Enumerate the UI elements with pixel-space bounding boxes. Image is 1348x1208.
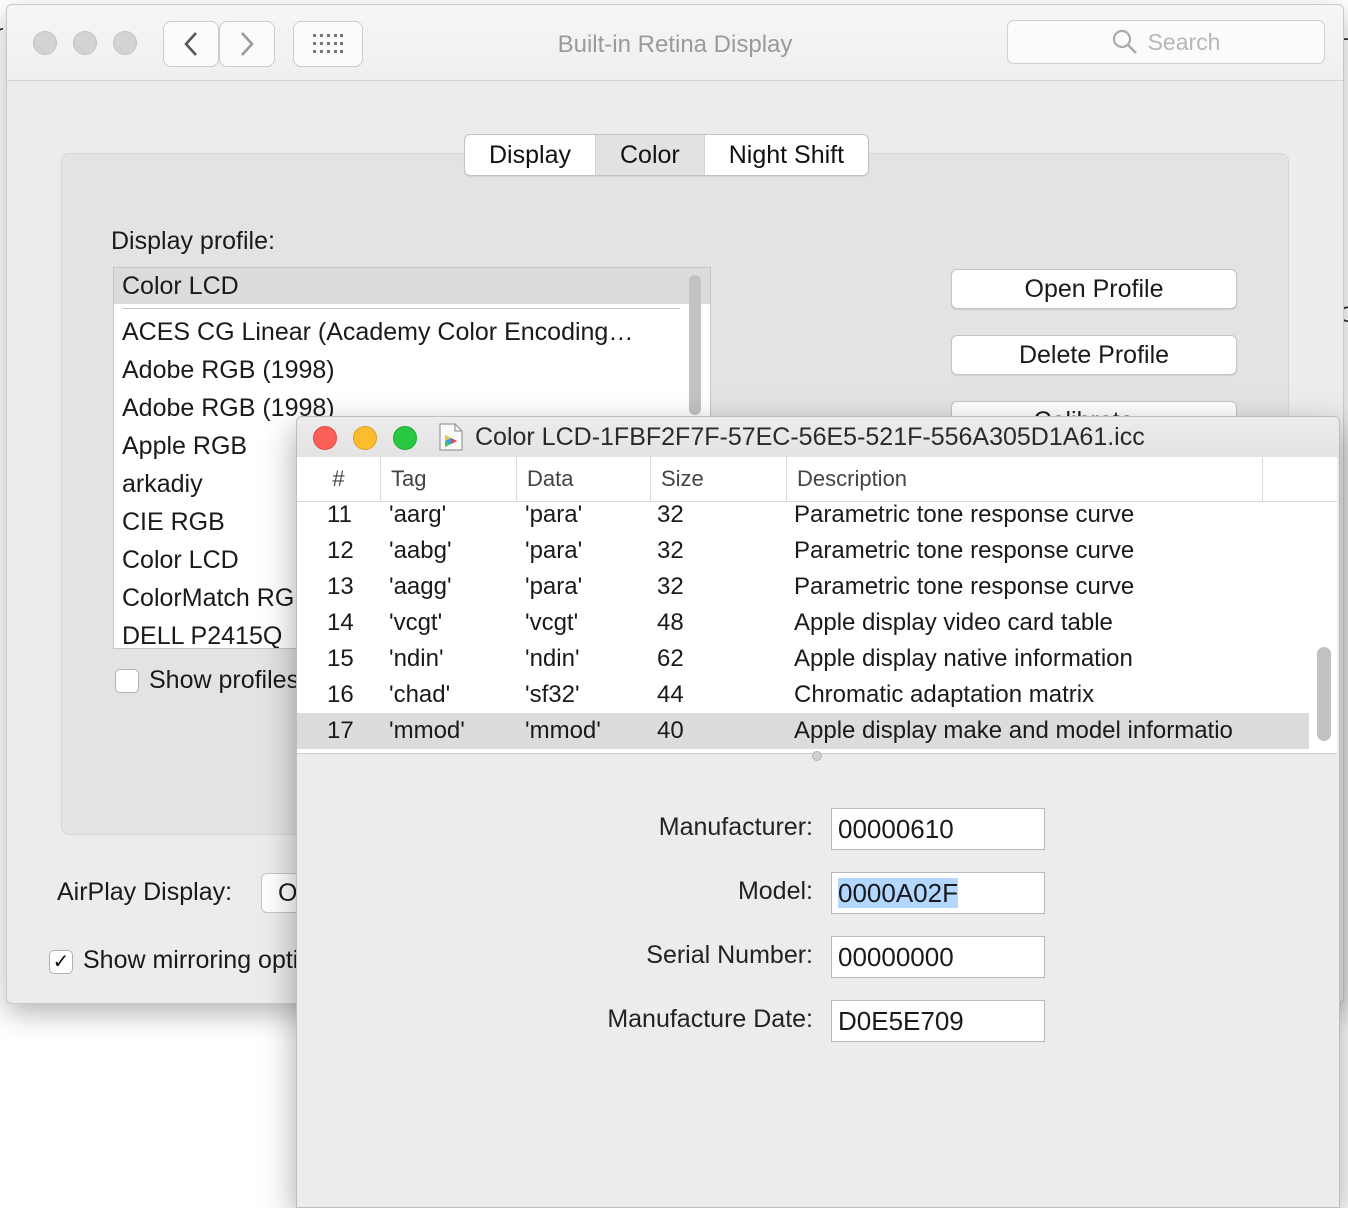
cell-data: 'mmod' <box>525 717 601 744</box>
table-row[interactable]: 13 'aagg' 'para' 32 Parametric tone resp… <box>297 569 1309 605</box>
model-selected-text: 0000A02F <box>838 878 958 908</box>
manufacturer-field[interactable]: 00000610 <box>831 808 1045 850</box>
cell-size: 32 <box>657 573 684 600</box>
cell-tag: 'chad' <box>389 681 451 708</box>
tab-color[interactable]: Color <box>595 135 705 175</box>
cell-number: 15 <box>327 645 354 672</box>
cell-number: 11 <box>327 501 352 528</box>
tag-table: # Tag Data Size Description 11 'aarg' 'p… <box>297 457 1337 753</box>
table-row[interactable]: 15 'ndin' 'ndin' 62 Apple display native… <box>297 641 1309 677</box>
serial-number-field[interactable]: 00000000 <box>831 936 1045 978</box>
cell-data: 'para' <box>525 537 583 564</box>
table-row[interactable]: 16 'chad' 'sf32' 44 Chromatic adaptation… <box>297 677 1309 713</box>
cell-description: Parametric tone response curve <box>794 537 1135 564</box>
tab-night-shift[interactable]: Night Shift <box>705 135 868 175</box>
search-placeholder: Search <box>1147 28 1221 55</box>
cell-size: 62 <box>657 645 684 672</box>
cell-tag: 'mmod' <box>389 717 465 744</box>
model-label: Model: <box>737 877 813 905</box>
delete-profile-button[interactable]: Delete Profile <box>951 335 1237 375</box>
manufacture-date-field[interactable]: D0E5E709 <box>831 1000 1045 1042</box>
cell-description: Apple display video card table <box>794 609 1113 636</box>
cell-size: 32 <box>657 537 684 564</box>
icc-window-title: Color LCD-1FBF2F7F-57EC-56E5-521F-556A30… <box>475 423 1145 451</box>
tag-table-scrollbar[interactable] <box>1317 647 1331 741</box>
cell-tag: 'ndin' <box>389 645 444 672</box>
airplay-display-label: AirPlay Display: <box>57 878 233 906</box>
icc-titlebar: Color LCD-1FBF2F7F-57EC-56E5-521F-556A30… <box>297 417 1339 458</box>
cell-data: 'vcgt' <box>525 609 579 636</box>
profile-list-separator <box>122 308 680 309</box>
cell-description: Chromatic adaptation matrix <box>794 681 1095 708</box>
manufacturer-label: Manufacturer: <box>658 813 813 841</box>
cell-number: 17 <box>327 717 354 744</box>
close-button[interactable] <box>313 426 337 450</box>
cell-data: 'para' <box>525 501 583 528</box>
cell-description: Parametric tone response curve <box>794 573 1135 600</box>
column-header-tag[interactable]: Tag <box>381 457 517 501</box>
serial-number-label: Serial Number: <box>646 941 813 969</box>
cell-tag: 'aarg' <box>389 501 447 528</box>
tab-display[interactable]: Display <box>465 135 596 175</box>
profile-list-scrollbar[interactable] <box>689 275 701 415</box>
cell-number: 12 <box>327 537 354 564</box>
prefs-titlebar: Built-in Retina Display Search <box>7 5 1343 81</box>
search-icon <box>1112 29 1137 54</box>
show-mirroring-checkbox[interactable]: ✓ <box>49 950 73 974</box>
cell-data: 'ndin' <box>525 645 580 672</box>
show-profiles-checkbox[interactable] <box>115 669 139 693</box>
cell-data: 'sf32' <box>525 681 580 708</box>
background-window-fragment: r <box>0 20 3 46</box>
icc-document-icon <box>439 423 463 451</box>
column-header-data[interactable]: Data <box>517 457 651 501</box>
table-row[interactable]: 14 'vcgt' 'vcgt' 48 Apple display video … <box>297 605 1309 641</box>
cell-size: 40 <box>657 717 684 744</box>
table-row-selected[interactable]: 17 'mmod' 'mmod' 40 Apple display make a… <box>297 713 1309 749</box>
tab-bar: Display Color Night Shift <box>464 134 870 176</box>
cell-description: Apple display make and model informatio <box>794 717 1233 744</box>
cell-number: 13 <box>327 573 354 600</box>
table-row[interactable]: 12 'aabg' 'para' 32 Parametric tone resp… <box>297 533 1309 569</box>
cell-number: 14 <box>327 609 354 636</box>
cell-tag: 'aagg' <box>389 573 452 600</box>
icc-profile-window: Color LCD-1FBF2F7F-57EC-56E5-521F-556A30… <box>296 416 1340 1208</box>
search-field[interactable]: Search <box>1007 20 1325 64</box>
tag-table-header: # Tag Data Size Description <box>297 457 1337 502</box>
minimize-button[interactable] <box>353 426 377 450</box>
display-profile-label: Display profile: <box>111 227 275 255</box>
cell-number: 16 <box>327 681 354 708</box>
cell-tag: 'aabg' <box>389 537 452 564</box>
cell-description: Apple display native information <box>794 645 1133 672</box>
cell-tag: 'vcgt' <box>389 609 443 636</box>
model-field[interactable]: 0000A02F <box>831 872 1045 914</box>
manufacture-date-label: Manufacture Date: <box>607 1005 813 1033</box>
cell-size: 48 <box>657 609 684 636</box>
profile-list-item[interactable]: Adobe RGB (1998) <box>114 351 710 389</box>
cell-size: 44 <box>657 681 684 708</box>
table-row[interactable]: 11 'aarg' 'para' 32 Parametric tone resp… <box>297 497 1309 533</box>
column-header-size[interactable]: Size <box>651 457 787 501</box>
profile-list-item[interactable]: ACES CG Linear (Academy Color Encoding… <box>114 313 710 351</box>
cell-size: 32 <box>657 501 684 528</box>
profile-list-item-selected[interactable]: Color LCD <box>114 268 710 304</box>
zoom-button[interactable] <box>393 426 417 450</box>
column-header-description[interactable]: Description <box>787 457 1263 501</box>
checkmark-icon: ✓ <box>52 951 70 973</box>
cell-description: Parametric tone response curve <box>794 501 1135 528</box>
cell-data: 'para' <box>525 573 583 600</box>
open-profile-button[interactable]: Open Profile <box>951 269 1237 309</box>
column-header-number[interactable]: # <box>297 457 381 501</box>
split-view-handle[interactable] <box>812 751 822 761</box>
